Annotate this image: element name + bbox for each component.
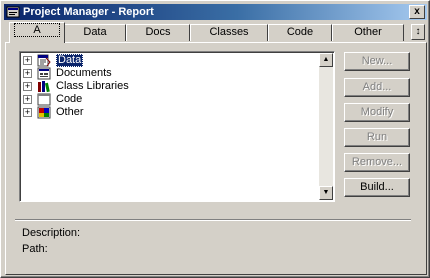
project-manager-icon [6,6,20,18]
tree-item-label: Documents [56,67,112,79]
tab-scroll-button[interactable]: ↕ [411,24,425,40]
path-label: Path: [22,243,48,255]
tab-data[interactable]: Data [64,24,126,41]
class-libraries-icon [38,81,50,93]
build-button[interactable]: Build... [344,178,410,197]
modify-button[interactable]: Modify [344,103,410,122]
title-bar[interactable]: Project Manager - Report x [4,4,427,20]
tab-other[interactable]: Other [332,24,404,41]
scroll-up-icon[interactable]: ▲ [319,53,333,67]
remove-button[interactable]: Remove... [344,153,410,172]
tree-item-label: Code [56,93,83,105]
project-manager-window: Project Manager - Report x A Data Docs C… [0,0,430,278]
tab-classes[interactable]: Classes [190,24,268,41]
tab-strip: A Data Docs Classes Code Other ↕ [1,21,430,43]
tree-scrollbar[interactable]: ▲ ▼ [319,53,333,200]
tab-docs[interactable]: Docs [126,24,190,41]
expand-icon[interactable]: + [23,108,32,117]
tab-all[interactable]: A [9,22,65,43]
scroll-down-icon[interactable]: ▼ [319,186,333,200]
separator [15,219,411,221]
tree-item-label: Other [56,106,84,118]
add-button[interactable]: Add... [344,78,410,97]
description-label: Description: [22,227,81,239]
tab-code[interactable]: Code [268,24,332,41]
expand-icon[interactable]: + [23,69,32,78]
tree-item-label: Data [56,54,84,67]
new-button[interactable]: New... [344,52,410,71]
data-icon [37,54,51,67]
expand-icon[interactable]: + [23,95,32,104]
expand-icon[interactable]: + [23,82,32,91]
tree-item-label: Class Libraries [56,80,129,92]
documents-icon [37,67,51,80]
tab-all-label: A [14,23,60,37]
run-button[interactable]: Run [344,128,410,147]
close-button[interactable]: x [409,5,425,19]
project-tree[interactable]: + Data + Documents + Class Libraries + C… [19,51,335,202]
expand-icon[interactable]: + [23,56,32,65]
code-icon [37,93,51,106]
other-icon [37,106,51,119]
window-title: Project Manager - Report [23,6,154,18]
